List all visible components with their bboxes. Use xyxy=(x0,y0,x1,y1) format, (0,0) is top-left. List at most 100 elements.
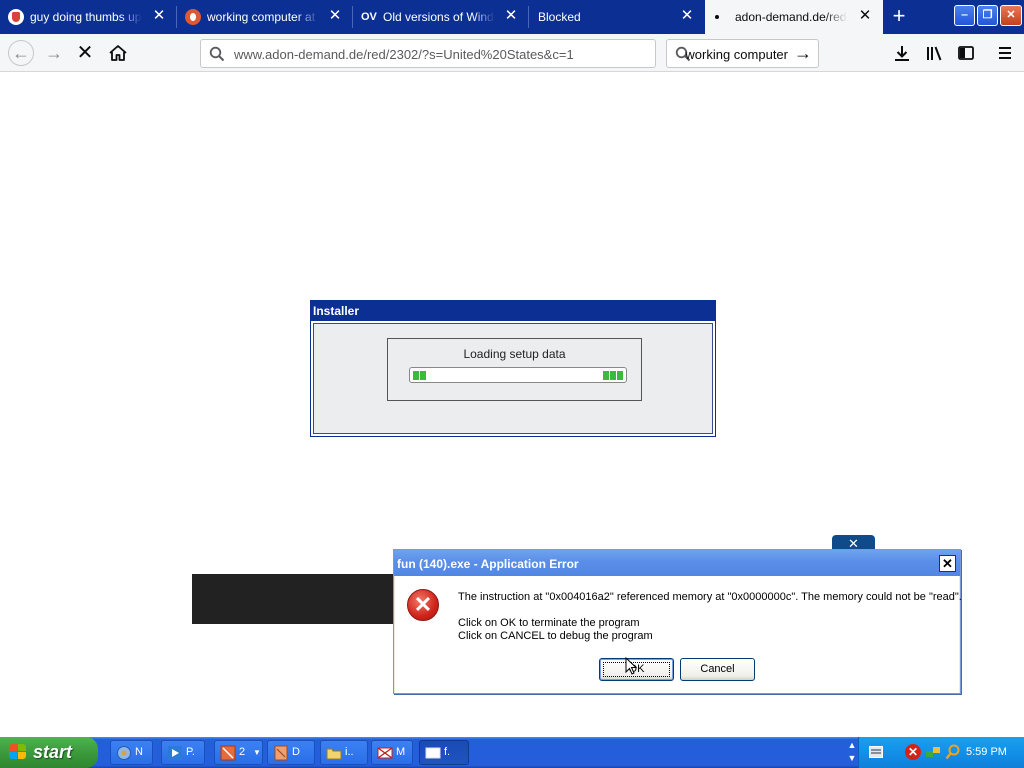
dark-banner xyxy=(192,574,396,624)
tab-title: Blocked xyxy=(538,10,581,24)
clock: 5:59 PM xyxy=(966,746,1007,758)
tab-title: guy doing thumbs up - B xyxy=(30,10,142,24)
ov-favicon-icon: OV xyxy=(361,11,377,23)
home-button[interactable] xyxy=(106,41,130,65)
shield-favicon-icon xyxy=(8,9,24,25)
network-tray-icon[interactable] xyxy=(925,744,941,760)
downloads-button[interactable] xyxy=(890,41,914,65)
chevron-up-icon[interactable]: ▲ xyxy=(846,739,858,752)
tab-strip: guy doing thumbs up - B ✕ working comput… xyxy=(0,0,1024,34)
installer-status-panel: Loading setup data xyxy=(387,338,642,401)
folder-icon xyxy=(326,748,342,760)
taskbar-item-label: i.. xyxy=(345,746,354,758)
installer-progress-bar xyxy=(409,367,627,383)
taskbar-item-f-active[interactable]: f. xyxy=(419,740,469,765)
dialog-titlebar: fun (140).exe - Application Error ✕ xyxy=(394,550,960,576)
tab-close-icon[interactable]: ✕ xyxy=(327,8,343,24)
menu-button[interactable] xyxy=(993,41,1017,65)
window-minimize-button[interactable]: ‒ xyxy=(954,5,975,26)
keyboard-icon[interactable] xyxy=(869,746,883,758)
dialog-body: ✕ The instruction at "0x004016a2" refere… xyxy=(395,576,962,693)
security-alert-icon[interactable]: ✕ xyxy=(905,744,921,760)
start-button[interactable]: start xyxy=(0,737,98,768)
application-error-dialog: fun (140).exe - Application Error ✕ ✕ Th… xyxy=(393,549,962,694)
tab-blocked[interactable]: Blocked ✕ xyxy=(529,0,705,34)
ok-instruction-text: Click on OK to terminate the program xyxy=(458,617,640,629)
window-close-button[interactable]: ✕ xyxy=(1000,5,1022,26)
search-go-arrow-icon[interactable]: → xyxy=(794,43,812,64)
error-x-icon: ✕ xyxy=(407,589,439,621)
taskbar-item-label: P. xyxy=(186,746,195,758)
loading-dot-icon xyxy=(715,15,719,19)
installer-body: Loading setup data xyxy=(313,323,713,434)
taskbar-item-d[interactable]: D xyxy=(267,740,315,765)
tab-adon-demand-active[interactable]: adon-demand.de/red/23 ✕ xyxy=(705,0,883,34)
taskbar-item-m[interactable]: M xyxy=(371,740,413,765)
taskbar-item-label: D xyxy=(292,746,300,758)
duckduckgo-favicon-icon xyxy=(185,9,201,25)
tab-working-computer[interactable]: working computer at Du ✕ xyxy=(177,0,353,34)
taskbar-item-i[interactable]: i.. xyxy=(320,740,368,765)
taskbar-item-group[interactable]: 2 ▼ xyxy=(214,740,263,765)
mail-icon xyxy=(377,747,393,759)
taskbar-item-p[interactable]: P. xyxy=(161,740,205,765)
back-button[interactable]: ← xyxy=(8,40,34,66)
stop-button[interactable]: ✕ xyxy=(73,41,97,65)
search-bar[interactable]: working computer → xyxy=(666,39,819,68)
taskbar-item-n[interactable]: N xyxy=(110,740,153,765)
cancel-instruction-text: Click on CANCEL to debug the program xyxy=(458,630,653,642)
taskbar-scroll-arrows[interactable]: ▲ ▼ xyxy=(846,739,858,766)
progress-blocks-right xyxy=(603,371,623,380)
tab-title: adon-demand.de/red/23 xyxy=(735,10,847,24)
library-icon xyxy=(927,46,942,61)
url-text: www.adon-demand.de/red/2302/?s=United%20… xyxy=(234,47,574,62)
window-restore-button[interactable]: ❐ xyxy=(977,5,998,26)
taskbar: start N P. 2 ▼ D i.. M f. ▲ ▼ ✕ 5:59 PM xyxy=(0,737,1024,768)
taskbar-item-label: 2 xyxy=(239,746,246,758)
close-icon: ✕ xyxy=(1006,9,1016,21)
installer-status-text: Loading setup data xyxy=(463,347,566,361)
tab-close-icon[interactable]: ✕ xyxy=(679,8,695,24)
installer-title: Installer xyxy=(313,304,360,318)
chevron-down-icon[interactable]: ▼ xyxy=(846,752,858,765)
tab-title: working computer at Du xyxy=(207,10,319,24)
sidebar-icon xyxy=(958,46,974,60)
search-tray-icon[interactable] xyxy=(945,744,961,760)
url-bar[interactable]: www.adon-demand.de/red/2302/?s=United%20… xyxy=(200,39,656,68)
error-message: The instruction at "0x004016a2" referenc… xyxy=(458,591,962,603)
sidebar-button[interactable] xyxy=(954,41,978,65)
search-input[interactable]: working computer xyxy=(685,47,788,62)
search-icon xyxy=(209,46,225,62)
tab-guy-thumbs-up[interactable]: guy doing thumbs up - B ✕ xyxy=(0,0,177,34)
dialog-close-button[interactable]: ✕ xyxy=(939,555,956,572)
tab-close-icon[interactable]: ✕ xyxy=(503,8,519,24)
network-icon xyxy=(117,746,131,760)
document-icon xyxy=(274,745,288,761)
tab-close-icon[interactable]: ✕ xyxy=(857,8,873,24)
navigation-toolbar: ← → ✕ www.adon-demand.de/red/2302/?s=Uni… xyxy=(0,34,1024,72)
tab-title: Old versions of Windows xyxy=(383,10,495,24)
player-icon xyxy=(168,746,182,760)
hamburger-menu-icon xyxy=(999,47,1011,59)
minimize-icon: ‒ xyxy=(961,9,968,21)
cancel-button[interactable]: Cancel xyxy=(680,658,755,681)
tab-old-versions[interactable]: OV Old versions of Windows ✕ xyxy=(353,0,529,34)
new-tab-button[interactable]: + xyxy=(888,5,910,28)
mouse-cursor-icon xyxy=(625,657,637,675)
taskbar-item-label: f. xyxy=(444,746,451,758)
dialog-title: fun (140).exe - Application Error xyxy=(397,557,579,571)
chevron-down-icon: ▼ xyxy=(253,748,261,757)
library-button[interactable] xyxy=(922,41,946,65)
window-icon xyxy=(425,747,441,759)
arrow-left-icon: ← xyxy=(12,43,30,63)
system-tray: ✕ 5:59 PM xyxy=(858,737,1024,768)
stop-icon: ✕ xyxy=(76,42,94,64)
home-icon xyxy=(109,45,127,61)
forward-button[interactable]: → xyxy=(42,41,66,65)
installer-window: Installer Loading setup data xyxy=(310,300,716,437)
arrow-right-icon: → xyxy=(45,43,63,63)
tab-close-icon[interactable]: ✕ xyxy=(151,8,167,24)
installer-titlebar: Installer xyxy=(311,301,715,321)
start-label: start xyxy=(33,742,73,762)
app-group-icon xyxy=(220,745,236,761)
